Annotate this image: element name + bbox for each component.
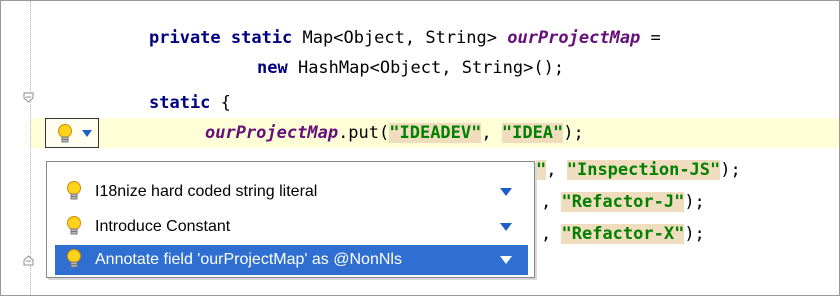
submenu-arrow-icon[interactable] (500, 256, 512, 264)
code-token: " (536, 160, 547, 180)
intention-actions-popup: I18nize hard coded string literal Introd… (46, 161, 535, 278)
code-token: ourProjectMap (205, 123, 339, 143)
code-token: ); (684, 192, 705, 212)
code-token: ); (563, 123, 584, 143)
lightbulb-icon (67, 181, 81, 200)
code-token: { (220, 93, 231, 113)
code-token: , (546, 160, 567, 180)
code-token: ); (684, 224, 705, 244)
code-token: HashMap<Object, String>(); (297, 58, 565, 78)
code-token: static (149, 93, 221, 113)
intention-item-i18nize[interactable]: I18nize hard coded string literal (55, 177, 528, 207)
code-token: "IDEA" (501, 123, 564, 143)
code-token: new (257, 58, 298, 78)
code-line-4[interactable]: ourProjectMap.put("IDEADEV", "IDEA"); (205, 118, 584, 148)
editor-gutter (1, 1, 29, 295)
intention-item-label: I18nize hard coded string literal (95, 183, 318, 200)
code-token: ); (720, 160, 741, 180)
code-token: private static (149, 28, 303, 48)
intention-item-label: Annotate field 'ourProjectMap' as @NonNl… (95, 251, 402, 268)
intention-bulb-button[interactable] (45, 118, 99, 148)
code-token: , (541, 224, 562, 244)
code-token: , (541, 192, 562, 212)
code-token: .put( (338, 123, 390, 143)
fold-end-icon[interactable] (23, 255, 34, 266)
code-token: "Inspection-JS" (566, 160, 721, 180)
intention-item-introduce-constant[interactable]: Introduce Constant (55, 212, 528, 242)
code-token: , (481, 123, 502, 143)
code-token: "IDEADEV" (389, 123, 482, 143)
code-token: ourProjectMap (507, 28, 641, 48)
code-line-6[interactable]: , "Refactor-J"); (541, 187, 705, 217)
submenu-arrow-icon[interactable] (500, 223, 512, 231)
chevron-down-icon (82, 130, 92, 137)
submenu-arrow-icon[interactable] (500, 188, 512, 196)
lightbulb-icon (67, 216, 81, 235)
fold-collapse-icon[interactable] (23, 92, 34, 103)
code-token: "Refactor-J" (561, 192, 685, 212)
code-token: "Refactor-X" (561, 224, 685, 244)
lightbulb-icon (67, 249, 81, 268)
lightbulb-icon (58, 124, 72, 143)
code-line-2[interactable]: new HashMap<Object, String>(); (257, 53, 564, 83)
code-line-7[interactable]: , "Refactor-X"); (541, 219, 705, 249)
code-line-1[interactable]: private static Map<Object, String> ourPr… (149, 23, 661, 53)
intention-item-annotate-nonnls[interactable]: Annotate field 'ourProjectMap' as @NonNl… (55, 245, 528, 275)
code-line-3[interactable]: static { (149, 88, 231, 118)
code-token: Map<Object, String> (302, 28, 508, 48)
intention-item-label: Introduce Constant (95, 218, 231, 235)
code-editor[interactable]: private static Map<Object, String> ourPr… (0, 0, 840, 296)
code-line-5[interactable]: ", "Inspection-JS"); (536, 155, 741, 185)
gutter-divider (30, 1, 31, 295)
code-token: = (640, 28, 661, 48)
